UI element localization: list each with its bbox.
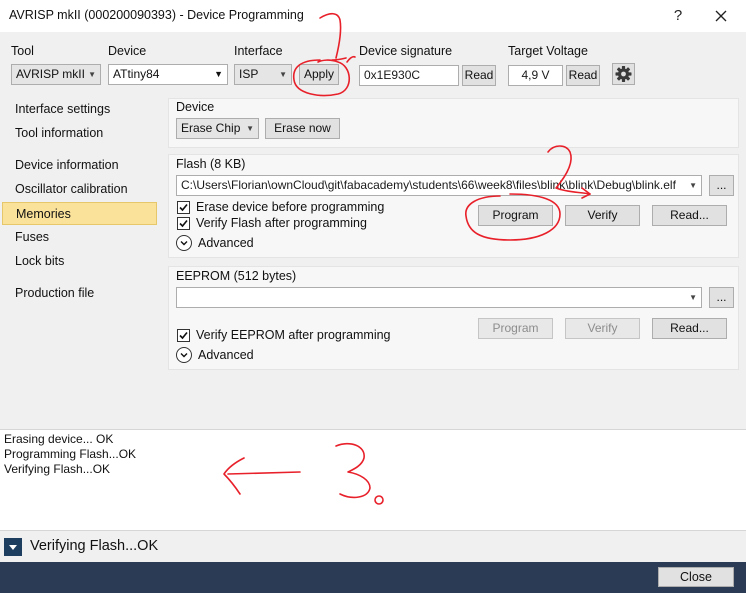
erase-before-label: Erase device before programming bbox=[196, 200, 385, 214]
flash-group-title: Flash (8 KB) bbox=[176, 157, 246, 171]
status-text: Verifying Flash...OK bbox=[30, 538, 159, 554]
voltage-read-button[interactable]: Read bbox=[566, 65, 600, 86]
apply-button[interactable]: Apply bbox=[299, 64, 339, 85]
sidebar-item-oscillator-calibration[interactable]: Oscillator calibration bbox=[0, 178, 157, 201]
sidebar-item-tool-information[interactable]: Tool information bbox=[0, 122, 157, 145]
sidebar-item-interface-settings[interactable]: Interface settings bbox=[0, 98, 157, 121]
close-button[interactable]: Close bbox=[658, 567, 734, 587]
sidebar-item-device-information[interactable]: Device information bbox=[0, 154, 157, 177]
verify-eeprom-checkbox[interactable] bbox=[177, 329, 190, 342]
flash-read-button[interactable]: Read... bbox=[652, 205, 727, 226]
log-line: Erasing device... OK bbox=[4, 432, 114, 446]
device-group-title: Device bbox=[176, 100, 215, 114]
log-line: Programming Flash...OK bbox=[4, 447, 137, 461]
status-expand-button[interactable] bbox=[4, 538, 22, 556]
window-title: AVRISP mkII (000200090393) - Device Prog… bbox=[9, 8, 304, 22]
caret-down-icon bbox=[9, 545, 17, 550]
flash-file-path: C:\Users\Florian\ownCloud\git\fabacademy… bbox=[181, 178, 676, 192]
eeprom-file-input[interactable]: ▼ bbox=[176, 287, 702, 308]
eeprom-program-button[interactable]: Program bbox=[478, 318, 553, 339]
flash-verify-button[interactable]: Verify bbox=[565, 205, 640, 226]
interface-label: Interface bbox=[234, 44, 283, 58]
sidebar-item-lock-bits[interactable]: Lock bits bbox=[0, 250, 157, 273]
erase-mode-select[interactable]: Erase Chip ▼ bbox=[176, 118, 259, 139]
tool-select[interactable]: AVRISP mkII ▼ bbox=[11, 64, 101, 85]
target-voltage-field[interactable]: 4,9 V bbox=[508, 65, 563, 86]
tool-label: Tool bbox=[11, 44, 34, 58]
eeprom-browse-button[interactable]: ... bbox=[709, 287, 734, 308]
chevron-down-icon: ▼ bbox=[689, 293, 697, 302]
verify-flash-label: Verify Flash after programming bbox=[196, 216, 367, 230]
eeprom-group-title: EEPROM (512 bytes) bbox=[176, 269, 297, 283]
chevron-down-icon: ▼ bbox=[246, 124, 254, 133]
checkmark-icon bbox=[179, 219, 188, 228]
chevron-down-icon: ▼ bbox=[88, 70, 96, 79]
device-select[interactable]: ATtiny84 ▼ bbox=[108, 64, 228, 85]
checkmark-icon bbox=[179, 203, 188, 212]
gear-icon bbox=[615, 66, 632, 82]
eeprom-advanced-label: Advanced bbox=[198, 348, 254, 362]
flash-advanced-toggle[interactable] bbox=[176, 235, 192, 251]
interface-select-value: ISP bbox=[239, 67, 259, 81]
device-signature-field[interactable]: 0x1E930C bbox=[359, 65, 459, 86]
flash-browse-button[interactable]: ... bbox=[709, 175, 734, 196]
device-signature-label: Device signature bbox=[359, 44, 453, 58]
verify-flash-checkbox[interactable] bbox=[177, 217, 190, 230]
erase-before-checkbox[interactable] bbox=[177, 201, 190, 214]
sidebar-item-production-file[interactable]: Production file bbox=[0, 282, 157, 305]
eeprom-read-button[interactable]: Read... bbox=[652, 318, 727, 339]
flash-advanced-label: Advanced bbox=[198, 236, 254, 250]
window-close-button[interactable] bbox=[706, 4, 736, 28]
device-label: Device bbox=[108, 44, 147, 58]
settings-button[interactable] bbox=[612, 63, 635, 85]
chevron-down-icon: ▼ bbox=[214, 69, 223, 79]
help-button[interactable]: ? bbox=[668, 5, 688, 27]
close-icon bbox=[715, 10, 727, 22]
checkmark-icon bbox=[179, 331, 188, 340]
interface-select[interactable]: ISP ▼ bbox=[234, 64, 292, 85]
chevron-down-icon: ▼ bbox=[687, 176, 697, 195]
footer-bar bbox=[0, 562, 746, 593]
erase-mode-value: Erase Chip bbox=[181, 121, 241, 135]
sidebar-item-fuses[interactable]: Fuses bbox=[0, 226, 157, 249]
log-line: Verifying Flash...OK bbox=[4, 462, 111, 476]
signature-read-button[interactable]: Read bbox=[462, 65, 496, 86]
verify-eeprom-label: Verify EEPROM after programming bbox=[196, 328, 391, 342]
eeprom-verify-button[interactable]: Verify bbox=[565, 318, 640, 339]
chevron-down-icon bbox=[180, 353, 188, 358]
chevron-down-icon bbox=[180, 241, 188, 246]
erase-now-button[interactable]: Erase now bbox=[265, 118, 340, 139]
chevron-down-icon: ▼ bbox=[279, 70, 287, 79]
tool-select-value: AVRISP mkII bbox=[16, 67, 85, 81]
flash-program-button[interactable]: Program bbox=[478, 205, 553, 226]
eeprom-advanced-toggle[interactable] bbox=[176, 347, 192, 363]
device-select-value: ATtiny84 bbox=[113, 67, 160, 81]
target-voltage-label: Target Voltage bbox=[508, 44, 588, 58]
sidebar-item-memories[interactable]: Memories bbox=[2, 202, 157, 225]
flash-file-input[interactable]: C:\Users\Florian\ownCloud\git\fabacademy… bbox=[176, 175, 702, 196]
